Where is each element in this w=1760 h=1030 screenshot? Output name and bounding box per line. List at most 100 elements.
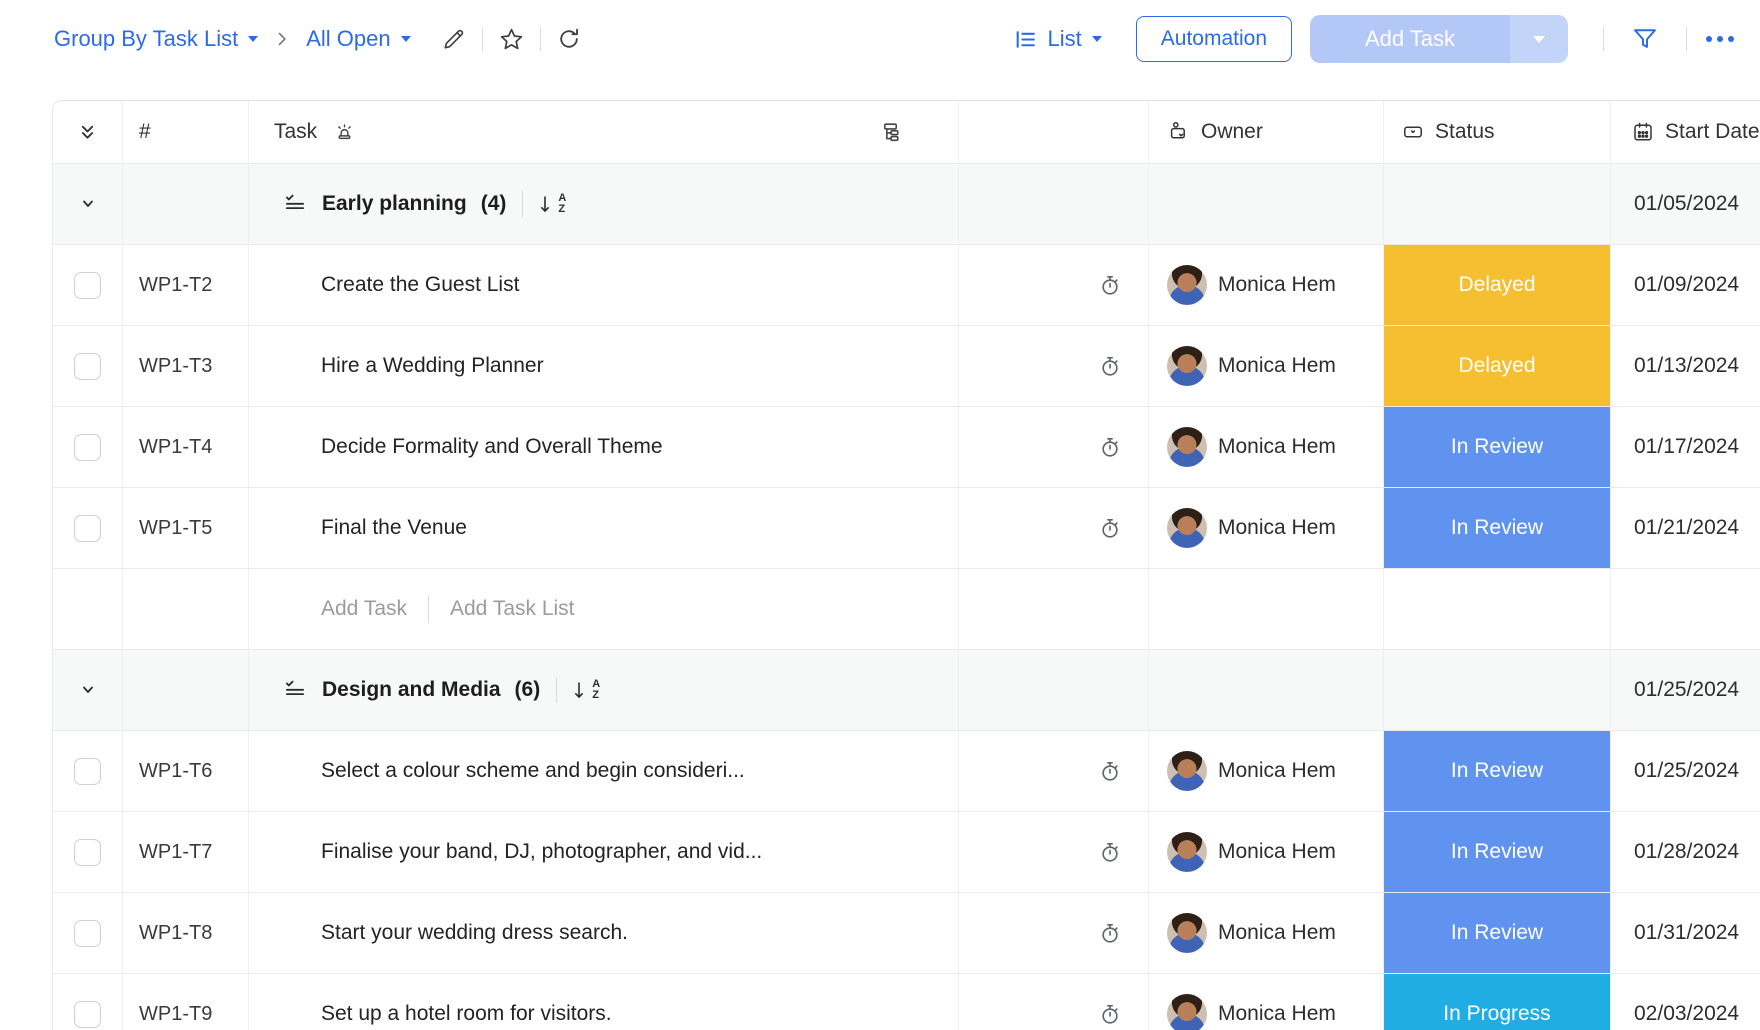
task-checkbox[interactable] — [74, 434, 101, 461]
task-group-row: Early planning (4) AZ 01/05/2024 — [53, 164, 1760, 245]
task-list-view: Group By Task List All Open — [0, 0, 1760, 1030]
group-by-dropdown[interactable]: Group By Task List — [54, 26, 258, 52]
status-badge[interactable]: Delayed — [1384, 326, 1610, 406]
task-id[interactable]: WP1-T8 — [123, 893, 249, 973]
column-header-id[interactable]: # — [123, 101, 249, 163]
log-timer-icon[interactable] — [1097, 515, 1123, 541]
owner-name[interactable]: Monica Hem — [1218, 435, 1336, 459]
log-timer-icon[interactable] — [1097, 272, 1123, 298]
task-title[interactable]: Decide Formality and Overall Theme — [321, 435, 663, 459]
task-checkbox[interactable] — [74, 353, 101, 380]
owner-avatar[interactable] — [1167, 751, 1207, 791]
divider — [1686, 27, 1687, 51]
status-badge[interactable]: In Review — [1384, 488, 1610, 568]
task-id[interactable]: WP1-T3 — [123, 326, 249, 406]
task-title[interactable]: Start your wedding dress search. — [321, 921, 628, 945]
task-title[interactable]: Hire a Wedding Planner — [321, 354, 544, 378]
task-id[interactable]: WP1-T7 — [123, 812, 249, 892]
task-row: WP1-T5 Final the Venue Monica Hem In Rev… — [53, 488, 1760, 569]
task-list-icon[interactable] — [282, 191, 308, 217]
filter-icon[interactable] — [1631, 25, 1659, 53]
column-header-task[interactable]: Task — [249, 101, 959, 163]
status-icon — [1401, 120, 1425, 144]
task-row: WP1-T4 Decide Formality and Overall Them… — [53, 407, 1760, 488]
status-badge[interactable]: In Review — [1384, 407, 1610, 487]
view-filter-dropdown[interactable]: All Open — [306, 26, 410, 52]
owner-avatar[interactable] — [1167, 832, 1207, 872]
reminder-alarm-icon[interactable] — [333, 121, 356, 144]
log-timer-icon[interactable] — [1097, 839, 1123, 865]
collapse-all-icon — [75, 120, 100, 145]
status-badge[interactable]: In Progress — [1384, 974, 1610, 1030]
owner-name[interactable]: Monica Hem — [1218, 516, 1336, 540]
subtask-hierarchy-icon[interactable] — [878, 120, 903, 145]
start-date-header-label: Start Date — [1665, 120, 1760, 144]
log-timer-icon[interactable] — [1097, 758, 1123, 784]
task-list-icon[interactable] — [282, 677, 308, 703]
add-task-button[interactable]: Add Task — [1310, 15, 1510, 63]
status-header-label: Status — [1435, 120, 1495, 144]
task-checkbox[interactable] — [74, 839, 101, 866]
group-title[interactable]: Design and Media — [322, 678, 501, 702]
task-checkbox[interactable] — [74, 515, 101, 542]
column-header-status[interactable]: Status — [1384, 101, 1611, 163]
task-id[interactable]: WP1-T9 — [123, 974, 249, 1030]
column-header-start-date[interactable]: Start Date — [1611, 101, 1760, 163]
start-date: 01/25/2024 — [1611, 731, 1760, 811]
owner-name[interactable]: Monica Hem — [1218, 354, 1336, 378]
refresh-icon[interactable] — [556, 26, 582, 52]
task-title[interactable]: Finalise your band, DJ, photographer, an… — [321, 840, 762, 864]
collapse-all-cell[interactable] — [53, 101, 123, 163]
log-timer-icon[interactable] — [1097, 1001, 1123, 1027]
status-badge[interactable]: In Review — [1384, 731, 1610, 811]
group-collapse-cell[interactable] — [53, 164, 123, 244]
owner-avatar[interactable] — [1167, 265, 1207, 305]
owner-name[interactable]: Monica Hem — [1218, 273, 1336, 297]
task-id[interactable]: WP1-T4 — [123, 407, 249, 487]
owner-name[interactable]: Monica Hem — [1218, 840, 1336, 864]
status-badge[interactable]: Delayed — [1384, 245, 1610, 325]
owner-avatar[interactable] — [1167, 346, 1207, 386]
task-title[interactable]: Final the Venue — [321, 516, 467, 540]
task-title[interactable]: Create the Guest List — [321, 273, 519, 297]
task-title[interactable]: Set up a hotel room for visitors. — [321, 1002, 612, 1026]
view-mode-dropdown[interactable]: List — [1013, 26, 1102, 52]
add-task-link[interactable]: Add Task — [321, 597, 407, 621]
task-title[interactable]: Select a colour scheme and begin conside… — [321, 759, 745, 783]
status-badge[interactable]: In Review — [1384, 893, 1610, 973]
task-id[interactable]: WP1-T2 — [123, 245, 249, 325]
task-checkbox[interactable] — [74, 272, 101, 299]
add-task-dropdown[interactable] — [1510, 15, 1568, 63]
owner-avatar[interactable] — [1167, 994, 1207, 1030]
automation-button[interactable]: Automation — [1136, 16, 1292, 62]
owner-name[interactable]: Monica Hem — [1218, 759, 1336, 783]
status-badge[interactable]: In Review — [1384, 812, 1610, 892]
divider — [540, 27, 541, 51]
owner-name[interactable]: Monica Hem — [1218, 1002, 1336, 1026]
sort-az-icon[interactable]: AZ — [539, 193, 566, 215]
owner-avatar[interactable] — [1167, 427, 1207, 467]
task-checkbox[interactable] — [74, 758, 101, 785]
owner-avatar[interactable] — [1167, 913, 1207, 953]
task-checkbox[interactable] — [74, 1001, 101, 1028]
owner-name[interactable]: Monica Hem — [1218, 921, 1336, 945]
group-by-label: Group By Task List — [54, 26, 238, 52]
task-checkbox[interactable] — [74, 920, 101, 947]
edit-icon[interactable] — [441, 26, 467, 52]
group-title[interactable]: Early planning — [322, 192, 467, 216]
task-row: WP1-T9 Set up a hotel room for visitors.… — [53, 974, 1760, 1030]
log-timer-icon[interactable] — [1097, 920, 1123, 946]
sort-az-icon[interactable]: AZ — [573, 679, 600, 701]
column-header-owner[interactable]: Owner — [1149, 101, 1384, 163]
add-task-list-link[interactable]: Add Task List — [450, 597, 575, 621]
task-id[interactable]: WP1-T6 — [123, 731, 249, 811]
log-timer-icon[interactable] — [1097, 353, 1123, 379]
owner-avatar[interactable] — [1167, 508, 1207, 548]
task-row: WP1-T2 Create the Guest List Monica Hem … — [53, 245, 1760, 326]
more-options-icon[interactable] — [1706, 36, 1734, 42]
log-timer-icon[interactable] — [1097, 434, 1123, 460]
task-id[interactable]: WP1-T5 — [123, 488, 249, 568]
task-row: WP1-T3 Hire a Wedding Planner Monica Hem… — [53, 326, 1760, 407]
favorite-star-icon[interactable] — [498, 26, 525, 53]
group-collapse-cell[interactable] — [53, 650, 123, 730]
